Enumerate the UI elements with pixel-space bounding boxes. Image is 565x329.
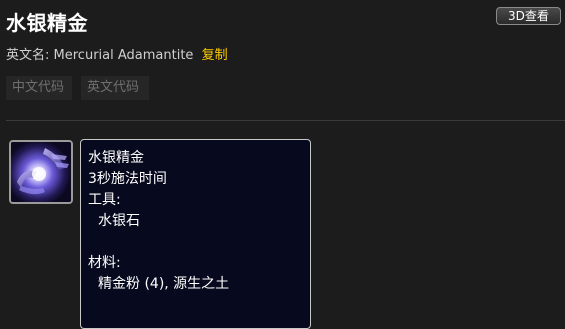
view-3d-button[interactable]: 3D查看: [496, 7, 561, 25]
english-name-label: 英文名:: [6, 48, 50, 63]
copy-link[interactable]: 复制: [202, 48, 228, 63]
tooltip-tool-item: 水银石: [98, 213, 140, 229]
hand-magic-icon: [11, 142, 71, 202]
tab-english-code[interactable]: 英文代码: [81, 76, 149, 100]
tooltip-tools-label: 工具:: [88, 192, 121, 208]
tooltip-spacer: [88, 232, 303, 253]
tooltip-reagents-label: 材料:: [88, 255, 121, 271]
english-name-value: Mercurial Adamantite: [53, 48, 194, 63]
tooltip-spell-name: 水银精金: [88, 150, 144, 166]
page-title: 水银精金: [6, 11, 88, 35]
tooltip-cast-time: 3秒施法时间: [88, 171, 167, 187]
divider: [6, 120, 565, 121]
tooltip-reagents-list: 精金粉 (4), 源生之土: [98, 276, 230, 292]
spell-tooltip: 水银精金 3秒施法时间 工具: 水银石 材料: 精金粉 (4), 源生之土: [80, 139, 311, 329]
spell-icon: [9, 140, 73, 204]
tab-chinese-code[interactable]: 中文代码: [6, 76, 72, 100]
english-name-row: 英文名: Mercurial Adamantite 复制: [6, 44, 228, 63]
